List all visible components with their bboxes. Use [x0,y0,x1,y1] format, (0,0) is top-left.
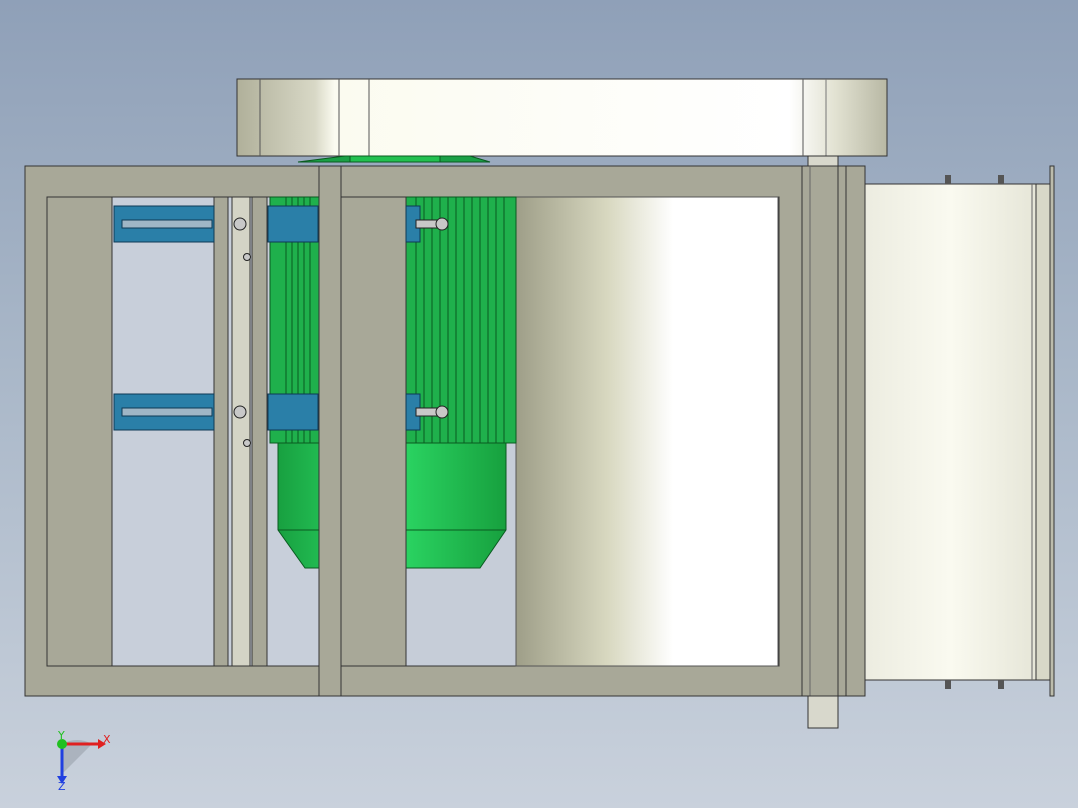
fan-housing [863,165,1055,697]
fan-shaft-bottom [807,695,839,729]
coordinate-triad-icon[interactable]: X Y Z [57,729,111,793]
x-axis-label: X [103,733,111,746]
frame-crossbars [46,165,407,697]
z-axis-label: Z [58,780,66,793]
fan-drum [515,196,779,667]
graphics-viewport[interactable]: X Y Z [0,0,1078,808]
y-axis-label: Y [57,729,65,742]
belt-guard [236,78,888,157]
motor-pulley [297,155,491,163]
